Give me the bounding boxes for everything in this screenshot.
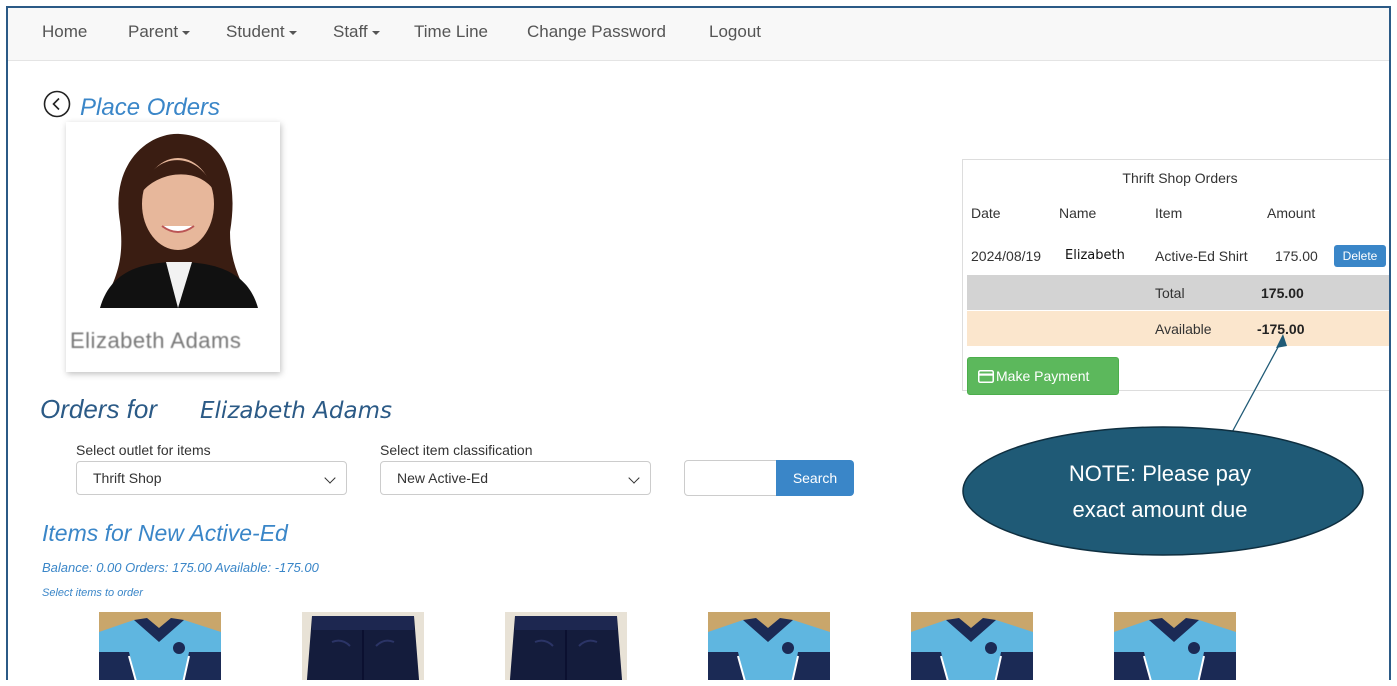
make-payment-button[interactable]: Make Payment	[967, 357, 1119, 395]
shorts-image	[302, 612, 424, 680]
total-label: Total	[1155, 285, 1185, 301]
item-thumbnail-shirt[interactable]	[708, 612, 830, 680]
order-name: Elizabeth	[1065, 248, 1125, 263]
nav-time-line[interactable]: Time Line	[414, 22, 488, 42]
item-thumbnail-shirt[interactable]	[911, 612, 1033, 680]
classification-select-value: New Active-Ed	[397, 470, 489, 486]
available-row: Available -175.00	[967, 311, 1389, 346]
shirt-image	[708, 612, 830, 680]
shirt-image	[1114, 612, 1236, 680]
nav-time-line-label: Time Line	[414, 22, 489, 41]
chevron-left-circle-icon[interactable]	[43, 90, 71, 118]
caret-down-icon	[371, 30, 380, 35]
student-photo	[80, 122, 270, 308]
note-line-1: NOTE: Please pay	[1068, 461, 1252, 486]
orders-panel-title: Thrift Shop Orders	[1122, 170, 1238, 186]
chevron-down-icon	[628, 472, 640, 484]
chevron-down-icon	[324, 472, 336, 484]
nav-staff-dropdown[interactable]: Staff	[333, 22, 380, 42]
search-input[interactable]	[684, 460, 778, 496]
total-row: Total 175.00	[967, 275, 1389, 310]
shirt-image	[911, 612, 1033, 680]
nav-student-label: Student	[226, 22, 285, 41]
nav-home-label: Home	[42, 22, 88, 41]
item-thumbnail-shirt[interactable]	[99, 612, 221, 680]
thrift-shop-orders-panel: Thrift Shop Orders Date Name Item Amount…	[962, 159, 1389, 395]
make-payment-label: Make Payment	[996, 368, 1090, 384]
orders-for-heading: Orders for	[40, 394, 158, 424]
note-text: NOTE: Please pay exact amount due	[960, 456, 1360, 528]
item-thumbnail-shorts[interactable]	[302, 612, 424, 680]
nav-staff-label: Staff	[333, 22, 368, 41]
page-title: Place Orders	[80, 94, 221, 121]
top-navbar: Home Parent Student Staff Time Line Chan…	[8, 8, 1389, 61]
nav-parent-dropdown[interactable]: Parent	[128, 22, 191, 42]
nav-logout[interactable]: Logout	[709, 22, 761, 42]
app-frame: Home Parent Student Staff Time Line Chan…	[6, 6, 1391, 680]
order-amount: 175.00	[1275, 248, 1318, 264]
order-item: Active-Ed Shirt	[1155, 248, 1248, 264]
caret-down-icon	[182, 30, 191, 35]
order-date: 2024/08/19	[971, 248, 1042, 264]
header-date: Date	[971, 205, 1001, 221]
item-thumbnail-shorts[interactable]	[505, 612, 627, 680]
item-thumbnail-shirt[interactable]	[1114, 612, 1236, 680]
total-value: 175.00	[1261, 285, 1304, 301]
available-label: Available	[1155, 321, 1212, 337]
search-button[interactable]: Search	[776, 460, 854, 496]
orders-for-student-name: Elizabeth Adams	[200, 398, 392, 424]
classification-label: Select item classification	[380, 442, 533, 458]
nav-parent-label: Parent	[128, 22, 179, 41]
shirt-image	[99, 612, 221, 680]
nav-change-password[interactable]: Change Password	[527, 22, 666, 42]
note-line-2: exact amount due	[1072, 497, 1248, 522]
balance-line: Balance: 0.00 Orders: 175.00 Available: …	[42, 560, 319, 575]
nav-student-dropdown[interactable]: Student	[226, 22, 297, 42]
student-photo-card: Elizabeth Adams	[66, 122, 280, 372]
delete-order-button[interactable]: Delete	[1334, 245, 1386, 267]
nav-logout-label: Logout	[709, 22, 761, 41]
student-photo-name: Elizabeth Adams	[70, 328, 242, 353]
credit-card-icon	[978, 370, 994, 383]
available-value: -175.00	[1257, 321, 1305, 337]
nav-change-password-label: Change Password	[527, 22, 666, 41]
classification-select[interactable]: New Active-Ed	[380, 461, 651, 495]
header-amount: Amount	[1267, 205, 1316, 221]
select-items-hint: Select items to order	[42, 587, 143, 599]
outlet-select-value: Thrift Shop	[93, 470, 162, 486]
nav-home[interactable]: Home	[42, 22, 87, 42]
header-name: Name	[1059, 205, 1097, 221]
caret-down-icon	[288, 30, 297, 35]
outlet-label: Select outlet for items	[76, 442, 211, 458]
header-item: Item	[1155, 205, 1183, 221]
shorts-image	[505, 612, 627, 680]
items-title: Items for New Active-Ed	[42, 520, 288, 546]
outlet-select[interactable]: Thrift Shop	[76, 461, 347, 495]
